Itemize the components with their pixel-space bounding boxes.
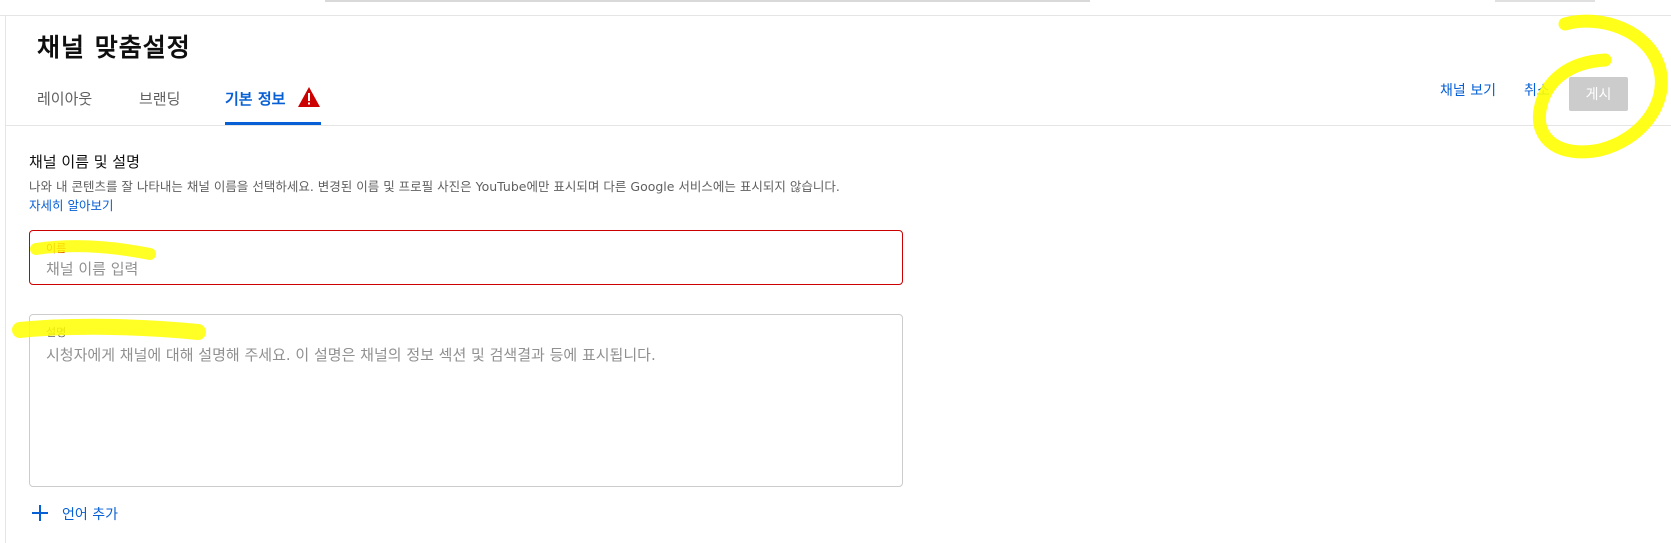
name-field-placeholder[interactable]: 채널 이름 입력 xyxy=(46,258,138,279)
search-bar-edge xyxy=(325,0,1090,2)
tab-basic-info[interactable]: 기본 정보 xyxy=(225,88,285,109)
channel-name-field[interactable]: 이름 채널 이름 입력 xyxy=(29,230,903,285)
learn-more-link[interactable]: 자세히 알아보기 xyxy=(29,195,113,214)
description-field-label: 설명 xyxy=(46,326,67,339)
topbar-divider xyxy=(0,15,1671,16)
section-title: 채널 이름 및 설명 xyxy=(29,153,140,171)
channel-description-field[interactable]: 설명 시청자에게 채널에 대해 설명해 주세요. 이 설명은 채널의 정보 섹션… xyxy=(29,314,903,487)
name-field-label: 이름 xyxy=(46,242,67,255)
plus-icon xyxy=(32,505,48,521)
topbar-right-edge xyxy=(1495,0,1595,2)
tab-layout[interactable]: 레이아웃 xyxy=(37,88,92,109)
cancel-button[interactable]: 취소 xyxy=(1524,80,1550,100)
tab-branding[interactable]: 브랜딩 xyxy=(139,88,180,109)
publish-button[interactable]: 게시 xyxy=(1569,77,1628,111)
warning-triangle-icon xyxy=(298,87,320,107)
tabs-divider xyxy=(5,125,1671,126)
page-title: 채널 맞춤설정 xyxy=(37,33,191,62)
section-description: 나와 내 콘텐츠를 잘 나타내는 채널 이름을 선택하세요. 변경된 이름 및 … xyxy=(29,179,840,194)
sidebar-edge xyxy=(5,16,6,543)
description-field-placeholder[interactable]: 시청자에게 채널에 대해 설명해 주세요. 이 설명은 채널의 정보 섹션 및 … xyxy=(46,344,656,365)
add-language-label: 언어 추가 xyxy=(62,507,118,523)
view-channel-link[interactable]: 채널 보기 xyxy=(1440,80,1496,100)
